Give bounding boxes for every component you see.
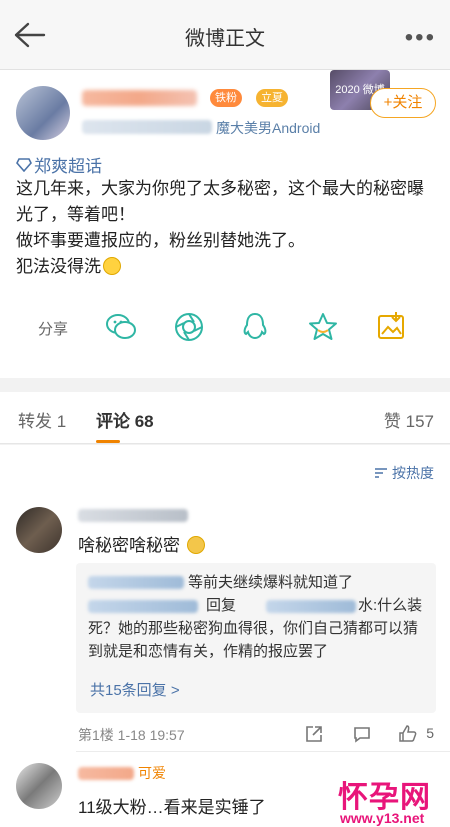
fan-badge: 铁粉: [210, 89, 242, 107]
commenter-avatar[interactable]: [16, 507, 62, 553]
watermark-url: www.y13.net: [340, 810, 425, 826]
comment-2-text: 11级大粉…看来是实锤了: [78, 798, 266, 817]
more-options-icon[interactable]: •••: [405, 24, 436, 52]
comment-divider: [76, 751, 450, 752]
view-all-replies-link[interactable]: 共15条回复 >: [90, 679, 180, 700]
commenter-2-name-blurred[interactable]: [78, 767, 134, 780]
post-card: 铁粉 立夏 2020 微博之夜 +关注 魔大美男Android 郑爽超话 这几年…: [0, 70, 450, 378]
comment-like-count: 5: [426, 725, 434, 741]
share-row: 分享: [0, 310, 450, 350]
comment-text: 啥秘密啥秘密: [78, 531, 205, 556]
sort-icon: [375, 468, 388, 478]
reply-line-3: 水:什么装: [358, 597, 423, 614]
diamond-icon: [16, 157, 32, 177]
vip-badge: 立夏: [256, 89, 288, 107]
tab-likes[interactable]: 赞 157: [384, 407, 434, 432]
commenter-name-blurred[interactable]: [78, 509, 188, 522]
cat-emoji-icon: [186, 536, 205, 554]
follow-button[interactable]: +关注: [370, 88, 436, 118]
reply-line-2: 回复: [206, 597, 237, 614]
reply-line-1: 等前夫继续爆料就知道了: [188, 574, 354, 591]
author-name-blurred[interactable]: [82, 90, 197, 106]
save-image-icon[interactable]: [374, 310, 408, 344]
topic-label: 郑爽超话: [34, 157, 102, 176]
wechat-icon[interactable]: [104, 310, 138, 344]
post-source: 魔大美男Android: [216, 120, 321, 136]
post-line-1: 这几年来，大家为你兜了太多秘密，这个最大的秘密曝光了，等着吧！: [16, 179, 424, 224]
top-bar: 微博正文 •••: [0, 0, 450, 70]
tab-repost[interactable]: 转发 1: [18, 407, 66, 432]
post-line-2: 做坏事要遭报应的，粉丝别替她洗了。: [16, 231, 305, 250]
thumbs-up-icon[interactable]: [398, 724, 418, 744]
page-title: 微博正文: [185, 28, 265, 50]
comment-text-content: 啥秘密啥秘密: [78, 536, 180, 555]
reply-author-blurred: [88, 576, 184, 589]
sort-by-heat-button[interactable]: 按热度: [374, 463, 434, 483]
post-time-blurred: [82, 120, 212, 134]
smile-emoji-icon: [103, 257, 121, 275]
share-label: 分享: [38, 321, 69, 338]
qq-icon[interactable]: [238, 310, 272, 344]
post-body: 这几年来，大家为你兜了太多秘密，这个最大的秘密曝光了，等着吧！ 做坏事要遭报应的…: [16, 176, 436, 280]
post-line-3: 犯法没得洗: [16, 257, 101, 276]
sort-label: 按热度: [392, 465, 434, 481]
topic-link[interactable]: 郑爽超话: [16, 152, 102, 177]
comments-section: 按热度 啥秘密啥秘密 等前夫继续爆料就知道了 回复 水:什么装 死？她的那些秘密…: [0, 445, 450, 827]
reply-thread[interactable]: 等前夫继续爆料就知道了 回复 水:什么装 死？她的那些秘密狗血得很，你们自己猜都…: [76, 563, 436, 713]
author-avatar[interactable]: [16, 86, 70, 140]
moments-icon[interactable]: [172, 310, 206, 344]
reply-target-blurred: [266, 600, 356, 613]
site-watermark: 怀孕网 www.y13.net: [338, 772, 450, 827]
reply-body: 死？她的那些秘密狗血得很，你们自己猜都可以猜到就是和恋情有关，作精的报应罢了: [88, 620, 419, 660]
favorite-star-icon[interactable]: [306, 310, 340, 344]
commenter-2-name-suffix[interactable]: 可爱: [138, 763, 166, 783]
commenter-2-avatar[interactable]: [16, 763, 62, 809]
share-comment-icon[interactable]: [304, 724, 324, 744]
tab-comments[interactable]: 评论 68: [96, 407, 154, 432]
comment-meta: 第1楼 1-18 19:57: [78, 727, 185, 743]
reply-comment-icon[interactable]: [352, 724, 372, 744]
reply-author-2-blurred: [88, 600, 198, 613]
post-tabs: 转发 1 评论 68 赞 157: [0, 392, 450, 444]
active-tab-indicator: [96, 440, 120, 443]
